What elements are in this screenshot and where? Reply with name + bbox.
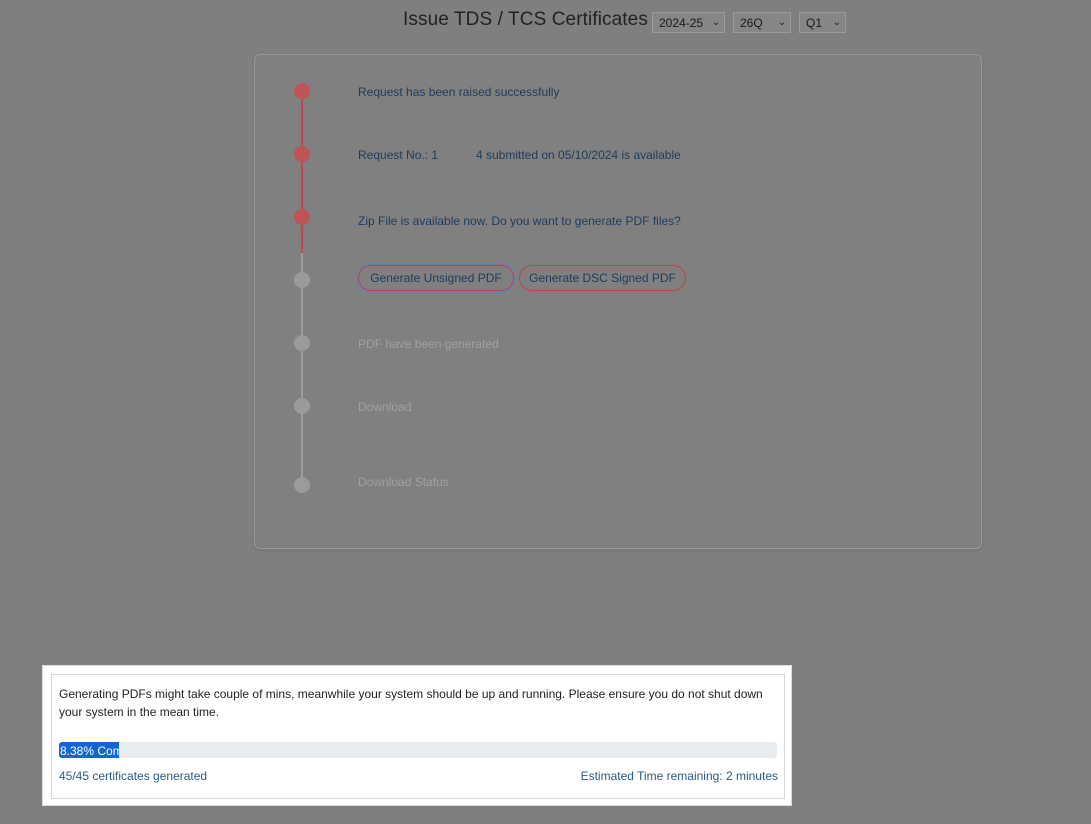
step-2-detail: 4 submitted on 05/10/2024 is available [476, 148, 681, 162]
step-4-dot [294, 272, 310, 288]
step-3-label: Zip File is available now. Do you want t… [358, 214, 681, 228]
generation-progress-popup: Generating PDFs might take couple of min… [42, 665, 792, 806]
step-5-label: PDF have been generated [358, 337, 499, 351]
popup-message: Generating PDFs might take couple of min… [59, 687, 763, 719]
generate-dsc-signed-pdf-button[interactable]: Generate DSC Signed PDF [519, 265, 686, 291]
step-7-label: Download Status [358, 475, 449, 489]
form-type-value: 26Q [740, 15, 763, 30]
form-type-select[interactable]: 26Q ⌄ [733, 12, 791, 33]
chevron-down-icon: ⌄ [777, 17, 786, 28]
filter-selects: 2024-25 ⌄ 26Q ⌄ Q1 ⌄ [652, 12, 846, 33]
timeline-line-done [301, 91, 303, 253]
page-title: Issue TDS / TCS Certificates [403, 9, 648, 30]
step-2-label: Request No.: 1 [358, 148, 439, 162]
financial-year-value: 2024-25 [659, 15, 704, 30]
step-5-dot [294, 335, 310, 351]
chevron-down-icon: ⌄ [832, 17, 841, 28]
financial-year-select[interactable]: 2024-25 ⌄ [652, 12, 725, 33]
certificates-count: 45/45 certificates generated [59, 769, 208, 783]
page: Issue TDS / TCS Certificates 2024-25 ⌄ 2… [0, 0, 1091, 824]
chevron-down-icon: ⌄ [711, 17, 720, 28]
progress-bar-fill: 8.38% Com [59, 742, 120, 758]
step-6-label: Download [358, 400, 412, 414]
progress-label: 8.38% Com [60, 744, 120, 758]
estimated-time-remaining: Estimated Time remaining: 2 minutes [580, 769, 778, 783]
quarter-select[interactable]: Q1 ⌄ [799, 12, 846, 33]
progress-bar: 8.38% Com [59, 742, 777, 758]
generate-unsigned-pdf-button[interactable]: Generate Unsigned PDF [358, 265, 514, 291]
popup-content: Generating PDFs might take couple of min… [51, 674, 785, 799]
step-1-label: Request has been raised successfully [358, 85, 560, 99]
quarter-value: Q1 [806, 15, 823, 30]
step-3-dot [294, 209, 310, 225]
step-2-dot [294, 146, 310, 162]
step-6-dot [294, 398, 310, 414]
step-1-dot [294, 83, 310, 99]
progress-steps-card: Request has been raised successfully Req… [254, 54, 982, 549]
step-7-dot [294, 477, 310, 493]
